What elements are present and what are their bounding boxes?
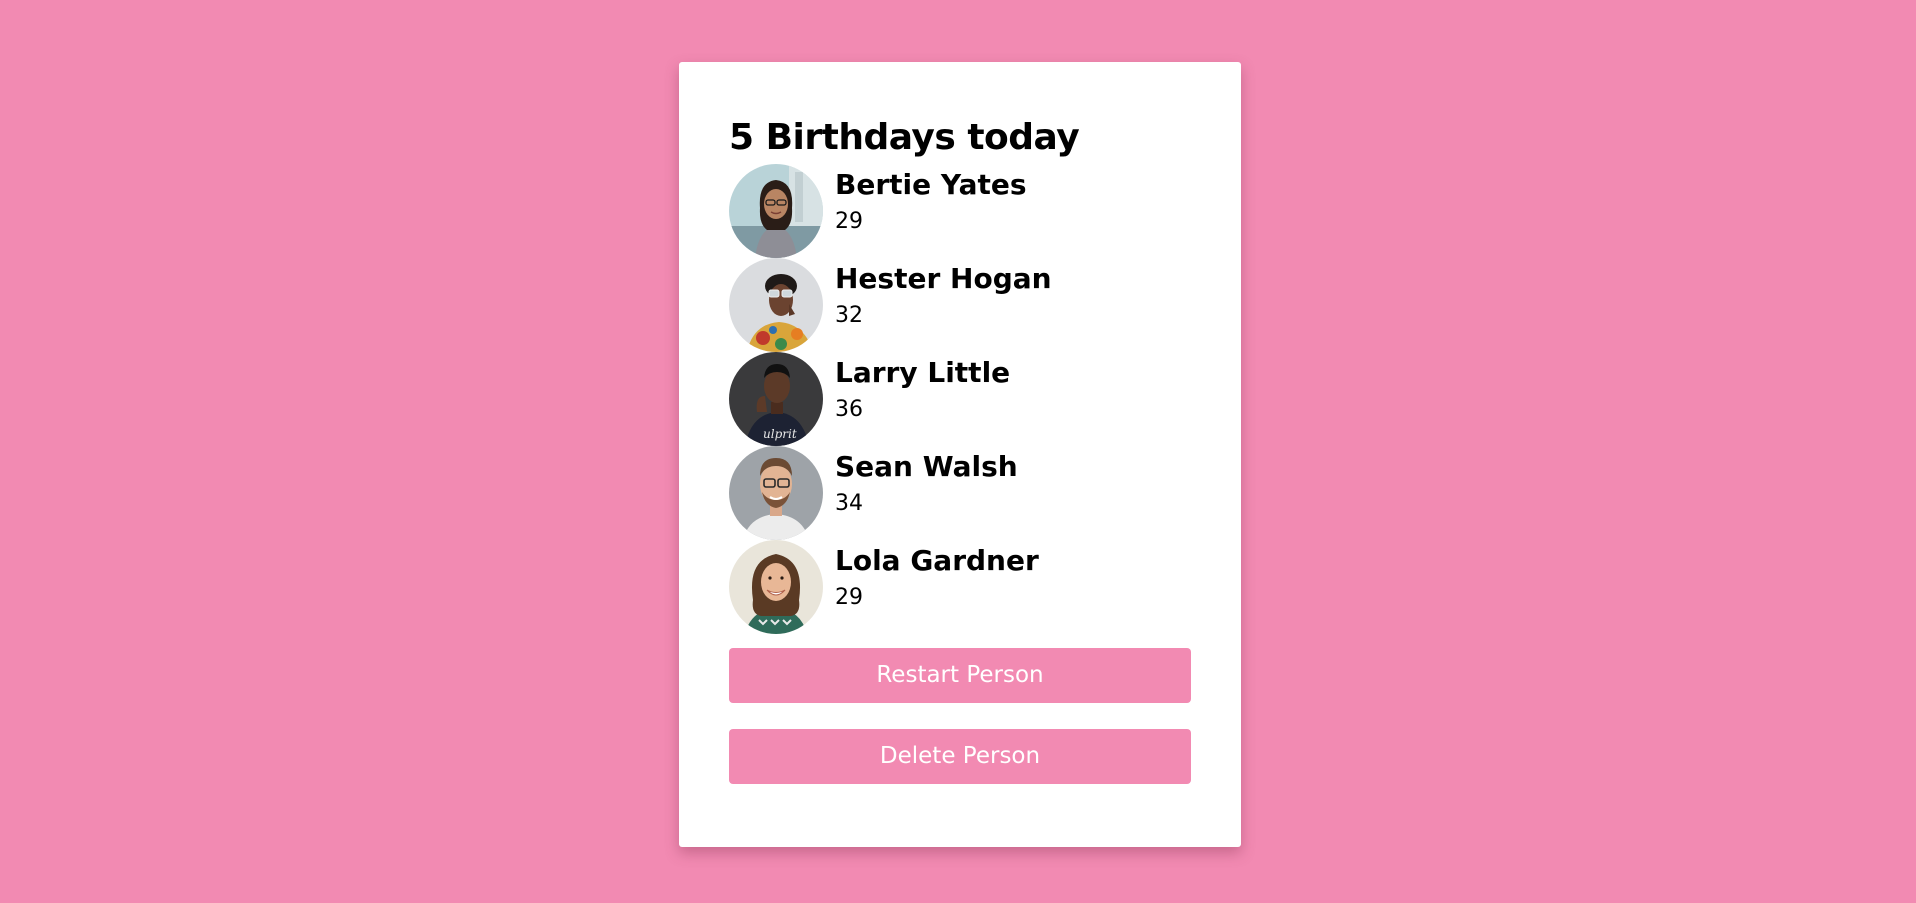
person-age: 29 <box>835 209 863 235</box>
list-item: Hester Hogan 32 <box>729 257 1191 352</box>
avatar <box>729 257 823 352</box>
person-info: Hester Hogan 32 <box>835 258 1052 330</box>
person-age: 34 <box>835 491 863 517</box>
person-age: 29 <box>835 585 863 611</box>
restart-person-button[interactable]: Restart Person <box>729 647 1191 703</box>
delete-person-button[interactable]: Delete Person <box>729 728 1191 784</box>
avatar <box>729 445 823 540</box>
list-item: Lola Gardner 29 <box>729 539 1191 634</box>
person-info: Lola Gardner 29 <box>835 540 1039 612</box>
person-name: Larry Little <box>835 355 1011 389</box>
birthday-card: 5 Birthdays today Bertie Yates 29 Hester… <box>679 62 1241 847</box>
avatar: ulprit <box>729 351 823 446</box>
person-name: Lola Gardner <box>835 543 1039 577</box>
list-item: ulprit Larry Little 36 <box>729 351 1191 446</box>
list-item: Bertie Yates 29 <box>729 163 1191 258</box>
person-age: 36 <box>835 397 863 423</box>
person-info: Sean Walsh 34 <box>835 446 1018 518</box>
person-info: Bertie Yates 29 <box>835 164 1027 236</box>
person-name: Sean Walsh <box>835 449 1018 483</box>
people-list: Bertie Yates 29 Hester Hogan 32 ulprit L… <box>729 163 1191 634</box>
avatar <box>729 539 823 634</box>
person-name: Bertie Yates <box>835 167 1027 201</box>
svg-text:ulprit: ulprit <box>763 427 797 441</box>
person-age: 32 <box>835 303 863 329</box>
list-item: Sean Walsh 34 <box>729 445 1191 540</box>
person-name: Hester Hogan <box>835 261 1052 295</box>
avatar <box>729 163 823 258</box>
person-info: Larry Little 36 <box>835 352 1010 424</box>
page-title: 5 Birthdays today <box>729 117 1080 158</box>
